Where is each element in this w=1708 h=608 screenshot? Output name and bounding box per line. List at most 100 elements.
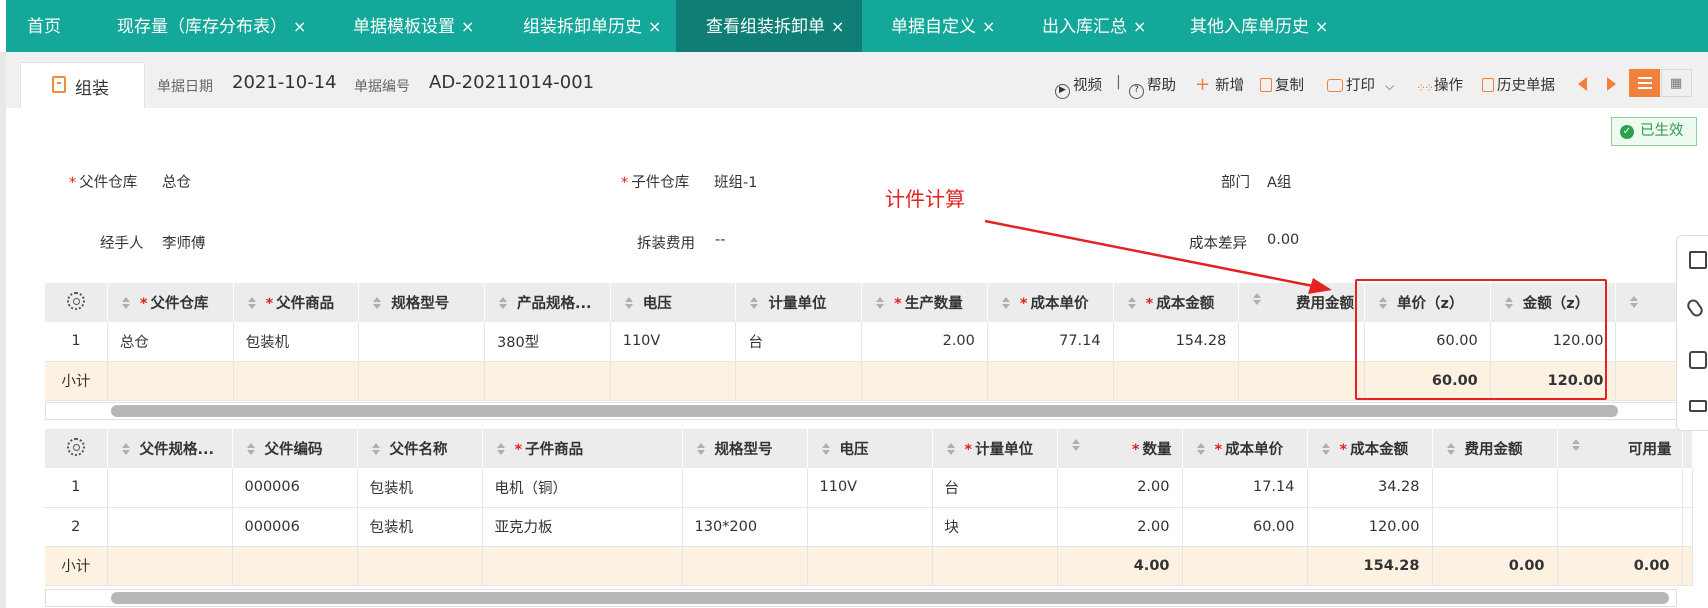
- close-icon[interactable]: ×: [293, 17, 306, 36]
- column-header[interactable]: 规格型号: [358, 283, 486, 322]
- history-button[interactable]: 历史单据: [1482, 74, 1555, 95]
- sort-icon[interactable]: [499, 297, 508, 309]
- column-header[interactable]: * 数量: [1057, 429, 1183, 468]
- table-cell[interactable]: 总仓: [107, 322, 234, 362]
- tab-doc-custom[interactable]: 单据自定义 ×: [891, 0, 995, 52]
- tab-stock-distribution[interactable]: 现存量（库存分布表） ×: [117, 0, 306, 52]
- column-settings[interactable]: [45, 429, 108, 468]
- sort-icon[interactable]: [1446, 443, 1455, 455]
- column-header[interactable]: 父件规格...: [107, 429, 233, 468]
- column-header[interactable]: 父件编码: [232, 429, 358, 468]
- column-header[interactable]: 计量单位: [735, 283, 863, 322]
- tab-assembly-history[interactable]: 组装拆卸单历史 ×: [523, 0, 661, 52]
- table-cell[interactable]: 包装机: [357, 507, 483, 547]
- table-cell[interactable]: [1557, 507, 1683, 547]
- column-header[interactable]: * 成本单价: [1182, 429, 1308, 468]
- list-view-button[interactable]: [1629, 69, 1660, 97]
- column-header[interactable]: 费用金额: [1238, 283, 1366, 322]
- close-icon[interactable]: ×: [648, 17, 661, 36]
- sort-icon[interactable]: [750, 297, 759, 309]
- tab-other-inbound-history[interactable]: 其他入库单历史 ×: [1190, 0, 1328, 52]
- table-cell[interactable]: [358, 322, 486, 362]
- sort-icon[interactable]: [821, 443, 830, 455]
- table-cell[interactable]: [1432, 468, 1558, 508]
- sort-icon[interactable]: [371, 443, 380, 455]
- sort-icon[interactable]: [696, 443, 705, 455]
- scrollbar-thumb[interactable]: [111, 405, 1618, 417]
- operate-button[interactable]: ⁘⁘ 操作: [1416, 74, 1463, 96]
- table-cell[interactable]: 2.00: [1057, 507, 1183, 547]
- table-row[interactable]: 1 000006 包装机 电机（铜） 110V 台 2.00 17.14 34.28: [45, 468, 1693, 508]
- table-cell[interactable]: 电机（铜）: [482, 468, 683, 508]
- table-cell[interactable]: 60.00: [1182, 507, 1308, 547]
- column-header[interactable]: 产品规格...: [484, 283, 611, 322]
- table-cell[interactable]: 120.00: [1307, 507, 1433, 547]
- column-header[interactable]: * 父件仓库: [107, 283, 234, 322]
- sort-icon[interactable]: [121, 443, 130, 455]
- column-header[interactable]: * 计量单位: [932, 429, 1058, 468]
- chevron-down-icon[interactable]: ⌵: [1385, 79, 1394, 93]
- close-icon[interactable]: ×: [982, 17, 995, 36]
- table-cell[interactable]: 包装机: [233, 322, 360, 362]
- table-cell[interactable]: 2.00: [1057, 468, 1183, 508]
- sort-icon[interactable]: [373, 297, 382, 309]
- table-cell[interactable]: 34.28: [1307, 468, 1433, 508]
- table-cell[interactable]: [807, 507, 933, 547]
- table-cell[interactable]: 380型: [484, 322, 611, 362]
- sort-icon[interactable]: [1196, 443, 1205, 455]
- close-icon[interactable]: ×: [461, 17, 474, 36]
- sort-icon[interactable]: [876, 297, 885, 309]
- column-header[interactable]: 父件名称: [357, 429, 483, 468]
- column-header[interactable]: * 成本单价: [987, 283, 1114, 322]
- table-cell[interactable]: [107, 468, 233, 508]
- column-header[interactable]: * 父件商品: [233, 283, 360, 322]
- tab-inout-summary[interactable]: 出入库汇总 ×: [1042, 0, 1146, 52]
- table-row[interactable]: 2 000006 包装机 亚克力板 130*200 块 2.00 60.00 120.00: [45, 507, 1693, 547]
- column-header[interactable]: 电压: [610, 283, 737, 322]
- gear-icon[interactable]: [66, 291, 85, 310]
- sort-icon[interactable]: [946, 443, 955, 455]
- sort-icon[interactable]: [624, 297, 633, 309]
- table-cell[interactable]: 130*200: [682, 507, 808, 547]
- sort-icon[interactable]: [1253, 293, 1262, 305]
- column-header[interactable]: 可用量: [1557, 429, 1683, 468]
- table-cell[interactable]: [107, 507, 233, 547]
- gear-icon[interactable]: [66, 437, 85, 456]
- table-cell[interactable]: [1557, 468, 1683, 508]
- scrollbar-thumb[interactable]: [111, 592, 1669, 604]
- tab-template-settings[interactable]: 单据模板设置 ×: [353, 0, 474, 52]
- prev-arrow-icon[interactable]: [1578, 77, 1587, 91]
- sort-icon[interactable]: [1001, 297, 1010, 309]
- sort-icon[interactable]: [121, 297, 130, 309]
- sort-icon[interactable]: [1630, 295, 1639, 308]
- column-header[interactable]: * 生产数量: [861, 283, 988, 322]
- table-cell[interactable]: 块: [932, 507, 1058, 547]
- table-cell[interactable]: 110V: [807, 468, 933, 508]
- sort-icon[interactable]: [1571, 439, 1580, 451]
- next-arrow-icon[interactable]: [1607, 77, 1616, 91]
- column-header[interactable]: 规格型号: [682, 429, 808, 468]
- column-settings[interactable]: [45, 283, 108, 322]
- table-cell[interactable]: 154.28: [1113, 322, 1240, 362]
- add-button[interactable]: + 新增: [1195, 74, 1244, 95]
- table-cell[interactable]: 000006: [232, 468, 358, 508]
- table-cell[interactable]: 17.14: [1182, 468, 1308, 508]
- share-icon[interactable]: [1689, 400, 1707, 412]
- close-icon[interactable]: ×: [1133, 17, 1146, 36]
- sort-icon[interactable]: [496, 443, 505, 455]
- sort-icon[interactable]: [247, 297, 256, 309]
- help-button[interactable]: ? 帮助: [1129, 74, 1176, 99]
- tab-view-assembly[interactable]: 查看组装拆卸单 ×: [676, 0, 862, 52]
- sort-icon[interactable]: [1321, 443, 1330, 455]
- table-cell[interactable]: 台: [735, 322, 863, 362]
- table-cell[interactable]: [1238, 322, 1366, 362]
- column-header[interactable]: * 成本金额: [1113, 283, 1240, 322]
- doc-type-tab[interactable]: 组装: [20, 62, 145, 108]
- edit-icon[interactable]: [1689, 351, 1707, 369]
- tab-home[interactable]: 首页: [27, 0, 61, 52]
- table-cell[interactable]: [1432, 507, 1558, 547]
- sort-icon[interactable]: [1127, 297, 1136, 309]
- copy-button[interactable]: 复制: [1260, 74, 1304, 95]
- close-icon[interactable]: ×: [1315, 17, 1328, 36]
- table-cell[interactable]: 台: [932, 468, 1058, 508]
